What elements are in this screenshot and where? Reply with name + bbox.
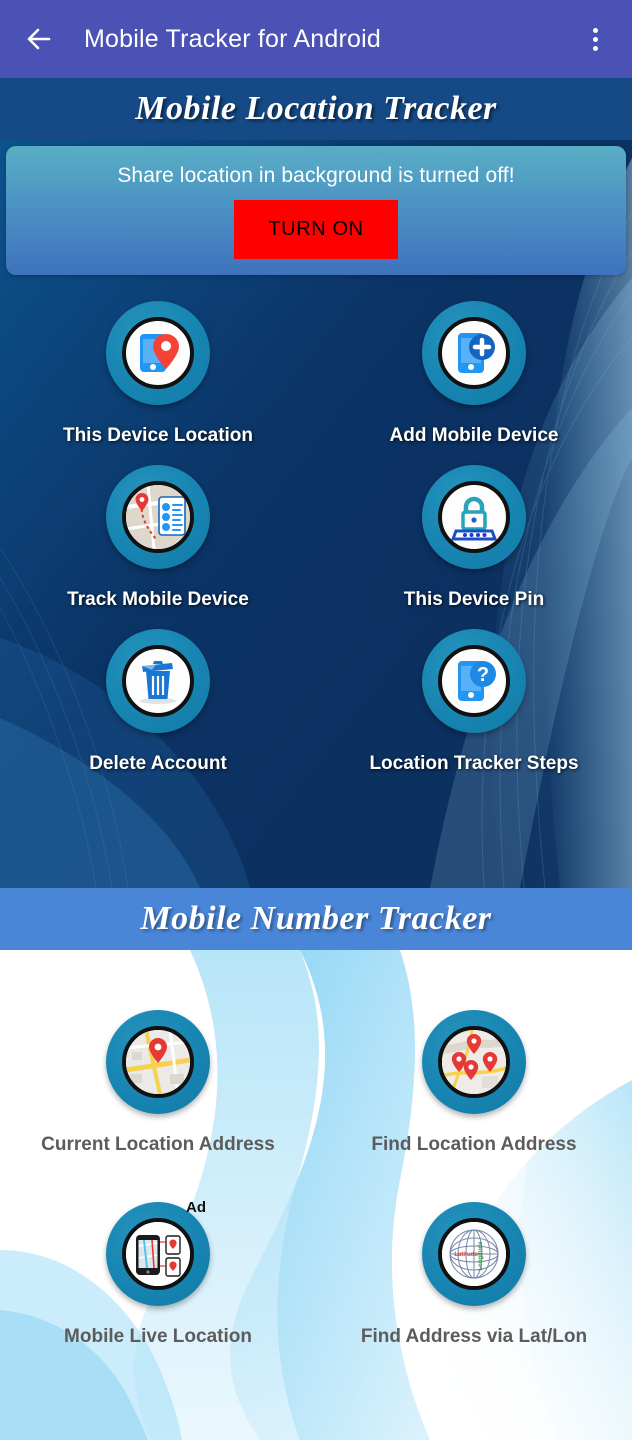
feature-this-device-location[interactable]: This Device Location xyxy=(0,293,316,457)
location-section-title: Mobile Location Tracker xyxy=(135,90,497,127)
svg-text:?: ? xyxy=(477,664,489,686)
feature-mobile-live-location[interactable]: Ad Mobile Live Location xyxy=(0,1194,316,1358)
feature-find-location-address[interactable]: Find Location Address xyxy=(316,1002,632,1166)
feature-label: This Device Pin xyxy=(403,589,545,610)
feature-label: Find Location Address xyxy=(371,1134,577,1155)
arrow-left-icon[interactable] xyxy=(22,22,56,56)
icon-ring xyxy=(422,465,526,569)
feature-label: Delete Account xyxy=(89,753,227,774)
icon-ring xyxy=(106,1202,210,1306)
number-section-header: Mobile Number Tracker xyxy=(0,888,632,950)
phone-live-map-icon xyxy=(122,1218,194,1290)
globe-longitude-label: Longitude xyxy=(478,1241,484,1271)
page-title: Mobile Tracker for Android xyxy=(84,24,381,53)
icon-ring xyxy=(106,301,210,405)
feature-label: Mobile Live Location xyxy=(64,1326,252,1347)
location-section-header: Mobile Location Tracker xyxy=(0,78,632,140)
icon-ring xyxy=(422,301,526,405)
map-route-list-icon xyxy=(122,481,194,553)
icon-ring xyxy=(422,1010,526,1114)
icon-ring xyxy=(106,465,210,569)
feature-track-mobile-device[interactable]: Track Mobile Device xyxy=(0,457,316,621)
feature-label: This Device Location xyxy=(62,425,254,446)
feature-label: Current Location Address xyxy=(41,1134,275,1155)
notice-message: Share location in background is turned o… xyxy=(117,164,515,187)
number-section-title: Mobile Number Tracker xyxy=(140,900,492,937)
feature-location-tracker-steps[interactable]: ? Location Tracker Steps xyxy=(316,621,632,785)
map-single-pin-icon xyxy=(122,1026,194,1098)
phone-pin-icon xyxy=(122,317,194,389)
map-multi-pin-icon xyxy=(438,1026,510,1098)
icon-ring xyxy=(106,629,210,733)
feature-label: Add Mobile Device xyxy=(389,425,559,446)
feature-label: Location Tracker Steps xyxy=(369,753,579,774)
icon-ring xyxy=(106,1010,210,1114)
location-tracker-section: Mobile Location Tracker Share location i… xyxy=(0,78,632,888)
feature-current-location-address[interactable]: Current Location Address xyxy=(0,1002,316,1166)
turn-on-button[interactable]: TURN ON xyxy=(234,200,398,259)
background-location-notice: Share location in background is turned o… xyxy=(0,140,632,275)
feature-add-mobile-device[interactable]: Add Mobile Device xyxy=(316,293,632,457)
icon-ring: ? xyxy=(422,629,526,733)
number-feature-grid: Current Location Address Find Location A… xyxy=(0,950,632,1358)
feature-label: Track Mobile Device xyxy=(67,589,249,610)
number-tracker-section: Current Location Address Find Location A… xyxy=(0,950,632,1440)
lock-keypad-icon xyxy=(438,481,510,553)
feature-find-address-latlon[interactable]: Latitude Longitude Find Address via Lat/… xyxy=(316,1194,632,1358)
trash-icon xyxy=(122,645,194,717)
feature-delete-account[interactable]: Delete Account xyxy=(0,621,316,785)
phone-plus-icon xyxy=(438,317,510,389)
ad-badge: Ad xyxy=(186,1199,206,1216)
globe-latlon-icon: Latitude Longitude xyxy=(438,1218,510,1290)
notice-card: Share location in background is turned o… xyxy=(6,146,626,275)
icon-ring: Latitude Longitude xyxy=(422,1202,526,1306)
more-vertical-icon[interactable] xyxy=(580,22,610,56)
phone-question-icon: ? xyxy=(438,645,510,717)
app-screen: Mobile Tracker for Android Mobile Locati… xyxy=(0,0,632,1440)
app-bar: Mobile Tracker for Android xyxy=(0,0,632,78)
location-feature-grid: This Device Location Add Mobile Device T… xyxy=(0,275,632,785)
feature-this-device-pin[interactable]: This Device Pin xyxy=(316,457,632,621)
globe-latitude-label: Latitude xyxy=(454,1252,478,1258)
feature-label: Find Address via Lat/Lon xyxy=(360,1326,588,1347)
